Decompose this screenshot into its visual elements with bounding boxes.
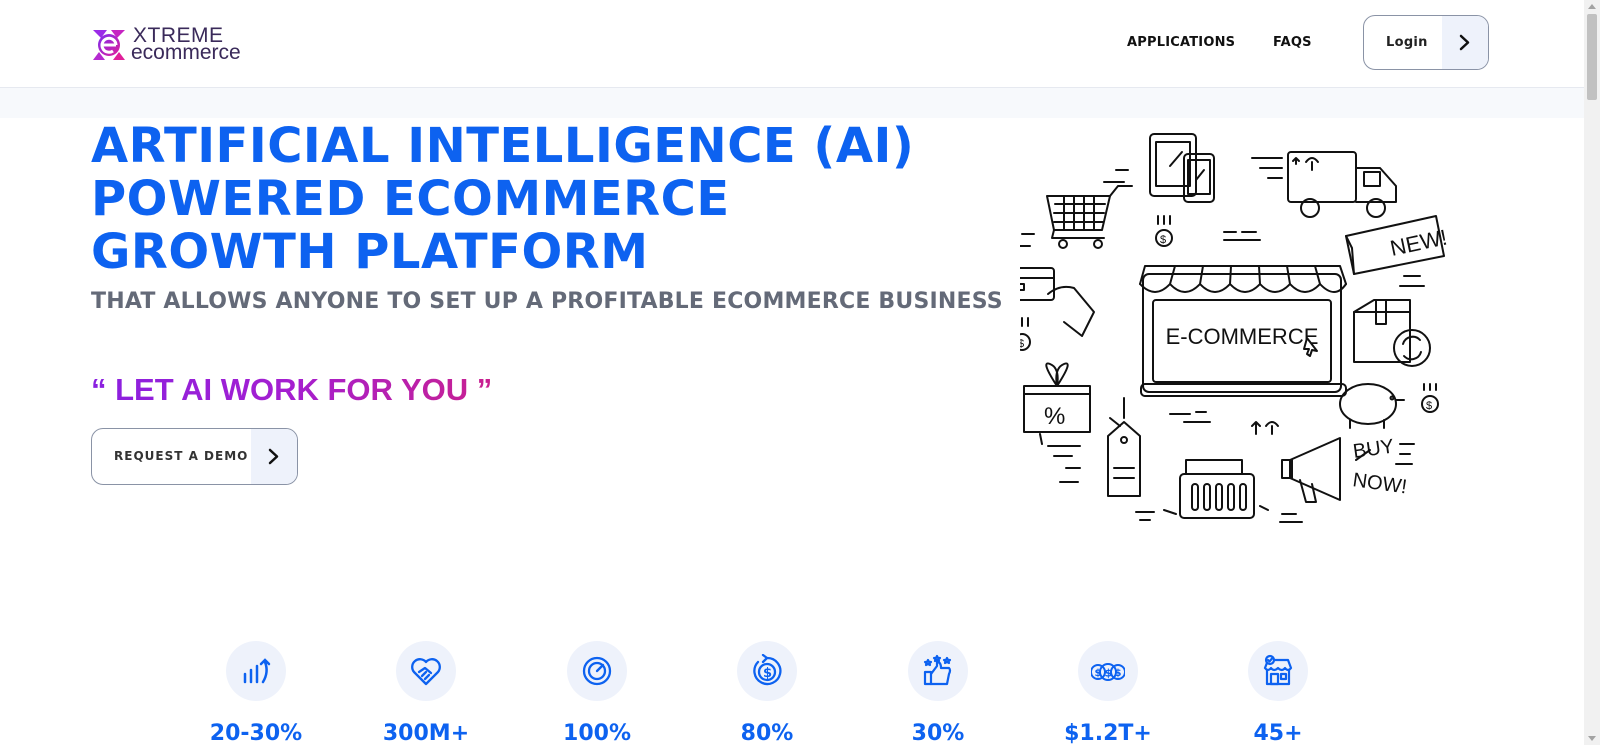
megaphone-icon: BUY NOW! xyxy=(1281,435,1408,503)
thumbs-up-stars-icon xyxy=(923,654,952,686)
scroll-thumb[interactable] xyxy=(1587,14,1597,100)
stat-value: 100% xyxy=(563,721,631,746)
credit-card-icon xyxy=(1020,267,1095,337)
svg-text:$: $ xyxy=(1095,668,1102,679)
stat-value: 300M+ xyxy=(382,721,470,746)
svg-text:%: % xyxy=(1044,403,1065,430)
coins-icon: $ $ $ xyxy=(1091,663,1125,681)
scroll-down-arrow-icon[interactable] xyxy=(1588,736,1596,741)
hero-title: ARTIFICIAL INTELLIGENCE (AI) POWERED ECO… xyxy=(91,118,915,280)
page-scrollbar[interactable] xyxy=(1584,0,1600,745)
dollar-refresh-icon: $ xyxy=(753,654,782,686)
login-button-label: Login xyxy=(1386,35,1428,50)
handshake-heart-icon xyxy=(411,658,441,686)
piggy-bank-icon xyxy=(1339,383,1405,429)
stat-item-6: $ $ $ $1.2T+ xyxy=(1048,641,1168,751)
nav-faqs[interactable]: FAQS xyxy=(1273,35,1312,50)
delivery-truck-icon xyxy=(1251,151,1397,218)
svg-text:$: $ xyxy=(1115,668,1122,679)
svg-text:$: $ xyxy=(1426,400,1432,412)
price-tag-icon xyxy=(1107,397,1141,497)
new-tag-icon: NEW! xyxy=(1345,215,1449,275)
storefront-icon xyxy=(1263,654,1293,686)
ecommerce-illustration: E-COMMERCE NEW! % BUY NOW! $ $ $ xyxy=(1020,133,1449,523)
stat-item-3: 100% xyxy=(537,641,657,751)
stat-item-4: $ 80% xyxy=(707,641,827,751)
demo-chevron-box xyxy=(251,429,297,484)
stat-item-5: 30% xyxy=(878,641,998,751)
logo-mark-icon xyxy=(93,30,125,60)
request-demo-button[interactable]: REQUEST A DEMO xyxy=(91,428,298,485)
login-chevron-box xyxy=(1442,16,1488,69)
stat-value: 45+ xyxy=(1253,721,1303,746)
stat-icon-circle xyxy=(396,641,456,701)
stat-icon-circle: $ xyxy=(737,641,797,701)
nav-applications[interactable]: APPLICATIONS xyxy=(1127,35,1235,50)
request-demo-label: REQUEST A DEMO xyxy=(114,449,249,463)
package-return-icon xyxy=(1353,299,1431,367)
devices-icon xyxy=(1149,133,1215,203)
stat-value: 30% xyxy=(911,721,965,746)
stat-icon-circle xyxy=(567,641,627,701)
svg-text:$: $ xyxy=(1105,667,1113,680)
stat-value: $1.2T+ xyxy=(1064,721,1152,746)
scroll-up-arrow-icon[interactable] xyxy=(1588,4,1596,9)
speedometer-icon xyxy=(582,656,612,686)
stat-item-1: 20-30% xyxy=(196,641,316,751)
logo-text-ecommerce: ecommerce xyxy=(131,41,241,64)
stat-value: 20-30% xyxy=(209,721,303,746)
logo[interactable]: XTREME ecommerce xyxy=(91,25,261,65)
chevron-right-icon xyxy=(268,448,279,465)
hero-quote: “ LET AI WORK FOR YOU ” xyxy=(91,372,493,407)
hero-subtitle: THAT ALLOWS ANYONE TO SET UP A PROFITABL… xyxy=(91,289,1003,314)
stat-icon-circle: $ $ $ xyxy=(1078,641,1138,701)
svg-text:$: $ xyxy=(1020,338,1024,350)
stat-icon-circle xyxy=(226,641,286,701)
chevron-right-icon xyxy=(1459,34,1470,51)
shopping-cart-icon xyxy=(1046,185,1133,249)
illustration-new-label: NEW! xyxy=(1388,224,1449,260)
growth-chart-icon xyxy=(243,658,271,684)
login-button[interactable]: Login xyxy=(1363,15,1489,70)
stat-icon-circle xyxy=(1248,641,1308,701)
stat-item-7: 45+ xyxy=(1218,641,1338,751)
site-header: XTREME ecommerce APPLICATIONS FAQS Login xyxy=(0,0,1584,88)
illustration-now-label: NOW! xyxy=(1351,469,1408,498)
svg-text:$: $ xyxy=(763,666,772,681)
shopping-basket-icon xyxy=(1179,459,1255,519)
gift-discount-icon: % xyxy=(1023,362,1091,433)
stat-icon-circle xyxy=(908,641,968,701)
stat-item-2: 300M+ xyxy=(366,641,486,751)
illustration-ecommerce-label: E-COMMERCE xyxy=(1166,324,1319,349)
header-divider-strip xyxy=(0,88,1584,118)
stat-value: 80% xyxy=(740,721,794,746)
svg-text:$: $ xyxy=(1160,234,1166,246)
